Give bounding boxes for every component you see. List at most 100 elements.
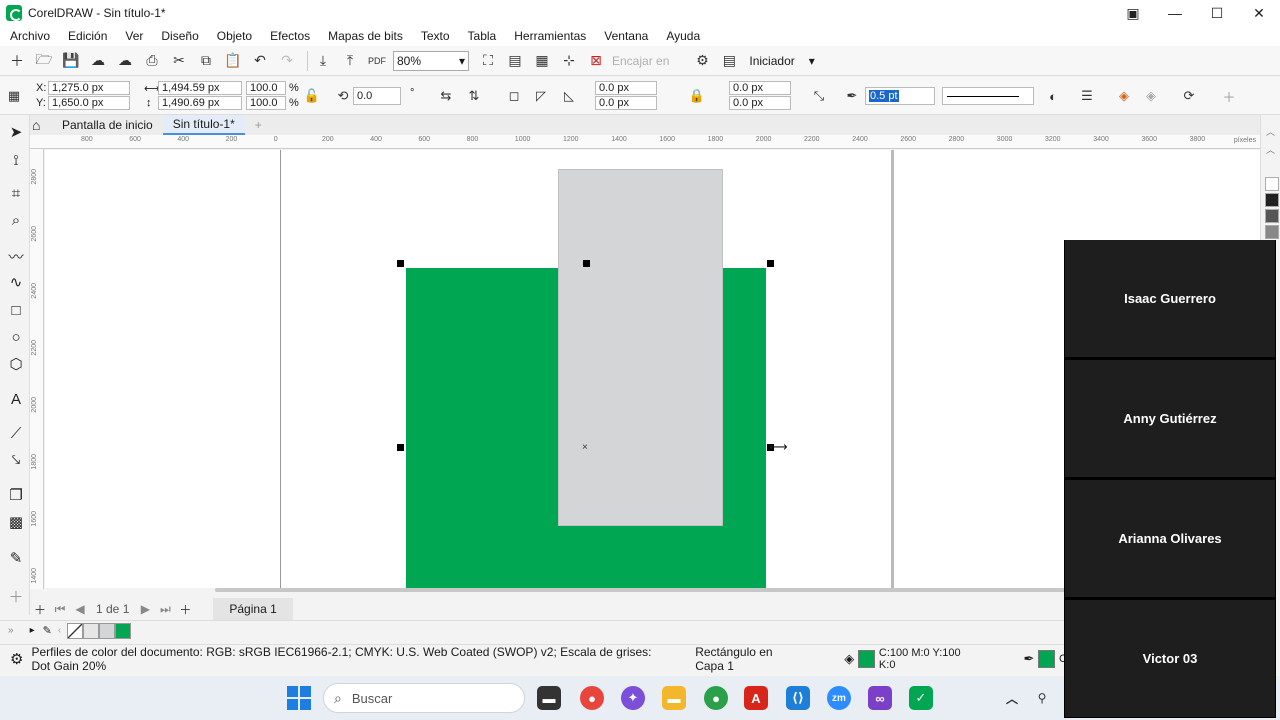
import-icon[interactable]: ⤓: [312, 50, 334, 72]
selection-handle[interactable]: [583, 260, 590, 267]
color-swatch-green[interactable]: [115, 622, 132, 639]
menu-mapas-de-bits[interactable]: Mapas de bits: [322, 29, 409, 43]
corner-radius-top-right[interactable]: 0.0 px: [729, 81, 791, 95]
undo-icon[interactable]: ↶: [249, 50, 271, 72]
mirror-vertical-icon[interactable]: ⇅: [465, 87, 483, 105]
horizontal-scrollbar[interactable]: [215, 588, 1065, 592]
selection-handle[interactable]: [397, 444, 404, 451]
vertical-ruler[interactable]: 2800 2600 2400 2200 2000 1800 1600 1400: [30, 149, 44, 589]
no-color-swatch[interactable]: [67, 622, 84, 639]
outline-width-field[interactable]: 0.5 pt: [865, 87, 935, 105]
add-page-before-icon[interactable]: ＋: [30, 601, 50, 618]
text-tool-icon[interactable]: A: [5, 388, 27, 410]
zoom-level-dropdown[interactable]: 80% ▾: [393, 50, 469, 71]
page-tab-1[interactable]: Página 1: [213, 598, 293, 620]
color-swatch[interactable]: [1265, 225, 1279, 239]
color-swatch[interactable]: [1265, 193, 1279, 207]
export-icon[interactable]: ⤒: [339, 50, 361, 72]
eyedropper-tool-icon[interactable]: ✎: [5, 547, 27, 569]
prev-page-icon[interactable]: ◀: [70, 602, 90, 616]
launcher-dropdown[interactable]: Iniciador: [749, 54, 794, 68]
menu-efectos[interactable]: Efectos: [264, 29, 316, 43]
lock-corners-icon[interactable]: 🔒: [688, 87, 706, 105]
vscode-icon[interactable]: ⟨⟩: [786, 686, 810, 710]
participant-tile[interactable]: Victor 03: [1065, 600, 1275, 717]
width-field[interactable]: 1,494.59 px: [158, 81, 242, 95]
launcher-icon[interactable]: ▤: [718, 50, 740, 72]
tab-home[interactable]: Pantalla de inicio: [52, 115, 163, 135]
chrome-icon[interactable]: ●: [580, 686, 604, 710]
color-swatch[interactable]: [99, 622, 116, 639]
file-explorer-icon[interactable]: ▬: [662, 686, 686, 710]
connector-tool-icon[interactable]: ⤥: [5, 449, 27, 471]
chamfered-corner-icon[interactable]: ◺: [560, 87, 578, 105]
participant-tile[interactable]: Isaac Guerrero: [1065, 240, 1275, 357]
acrobat-icon[interactable]: A: [744, 686, 768, 710]
guidelines-icon[interactable]: ⊹: [558, 50, 580, 72]
menu-ayuda[interactable]: Ayuda: [660, 29, 706, 43]
mirror-horizontal-icon[interactable]: ⇆: [437, 87, 455, 105]
new-document-icon[interactable]: ＋: [6, 50, 28, 72]
cut-icon[interactable]: ✂: [168, 50, 190, 72]
transparency-tool-icon[interactable]: ▩: [5, 511, 27, 533]
relative-corner-scaling-icon[interactable]: ⤡: [810, 87, 828, 105]
freehand-tool-icon[interactable]: 〰: [5, 245, 27, 267]
rulers-icon[interactable]: ▤: [504, 50, 526, 72]
lock-ratio-icon[interactable]: 🔓: [303, 87, 321, 105]
tab-document[interactable]: Sin título-1*: [162, 115, 245, 135]
no-color-swatch[interactable]: [1265, 177, 1279, 191]
chrome-profile-icon[interactable]: ●: [704, 686, 728, 710]
selection-handle[interactable]: [767, 260, 774, 267]
menu-edicion[interactable]: Edición: [62, 29, 113, 43]
shape-tool-icon[interactable]: ⟟: [5, 149, 27, 171]
rotation-angle-field[interactable]: 0.0: [353, 87, 401, 105]
zoom-icon[interactable]: zm: [827, 686, 851, 710]
chevron-down-icon[interactable]: ▾: [809, 54, 815, 68]
outline-color-swatch[interactable]: [1038, 649, 1056, 668]
file-explorer-dark-icon[interactable]: ▬: [537, 686, 561, 710]
corner-radius-bottom-right[interactable]: 0.0 px: [729, 96, 791, 110]
first-page-icon[interactable]: ⏮: [50, 602, 70, 617]
to-front-icon[interactable]: ◈: [1115, 87, 1133, 105]
x-position-field[interactable]: 1,275.0 px: [48, 81, 130, 95]
convert-to-curves-icon[interactable]: ⟳: [1180, 87, 1198, 105]
drop-shadow-icon[interactable]: ❐: [5, 484, 27, 506]
ellipse-tool-icon[interactable]: ○: [5, 326, 27, 348]
menu-ventana[interactable]: Ventana: [598, 29, 654, 43]
corner-radius-top-left[interactable]: 0.0 px: [595, 81, 657, 95]
copilot-icon[interactable]: ✦: [621, 686, 645, 710]
redo-icon[interactable]: ↷: [276, 50, 298, 72]
menu-diseno[interactable]: Diseño: [155, 29, 204, 43]
scroll-left-icon[interactable]: ‹: [58, 625, 61, 636]
parallel-dimension-icon[interactable]: ⟋: [5, 422, 27, 444]
next-page-icon[interactable]: ▶: [135, 602, 155, 616]
selection-handle[interactable]: [397, 260, 404, 267]
outline-pen-icon[interactable]: ✒: [843, 87, 861, 105]
full-screen-icon[interactable]: ⛶: [477, 50, 499, 72]
add-tool-icon[interactable]: ＋: [5, 585, 27, 607]
minimize-button[interactable]: —: [1154, 0, 1196, 26]
gear-icon[interactable]: ⚙: [10, 650, 23, 668]
cloud-sync-icon[interactable]: ☁: [114, 50, 136, 72]
scalloped-corner-icon[interactable]: ◸: [532, 87, 550, 105]
coreldraw-taskbar-icon[interactable]: ✓: [909, 686, 933, 710]
chevron-up-icon[interactable]: ︿: [1000, 686, 1024, 710]
windows-start-icon[interactable]: [287, 686, 311, 710]
artistic-media-icon[interactable]: ∿: [5, 271, 27, 293]
paste-icon[interactable]: 📋: [222, 50, 244, 72]
grid-icon[interactable]: ▦: [531, 50, 553, 72]
scroll-up-icon[interactable]: ︿: [1266, 125, 1275, 138]
copy-icon[interactable]: ⧉: [195, 50, 217, 72]
network-icon[interactable]: ⚲: [1030, 686, 1054, 710]
fill-color-swatch[interactable]: [858, 649, 875, 668]
menu-tabla[interactable]: Tabla: [462, 29, 503, 43]
add-page-after-icon[interactable]: ＋: [175, 601, 195, 618]
cloud-upload-icon[interactable]: ☁: [87, 50, 109, 72]
add-tab-button[interactable]: +: [245, 115, 272, 135]
home-icon[interactable]: ⌂: [32, 118, 46, 132]
menu-archivo[interactable]: Archivo: [4, 29, 56, 43]
color-profiles-text[interactable]: Perfiles de color del documento: RGB: sR…: [31, 645, 669, 673]
crop-tool-icon[interactable]: ⌗: [5, 182, 27, 204]
gray-rectangle[interactable]: [558, 169, 723, 526]
dock-icon[interactable]: ▣: [1112, 0, 1154, 26]
